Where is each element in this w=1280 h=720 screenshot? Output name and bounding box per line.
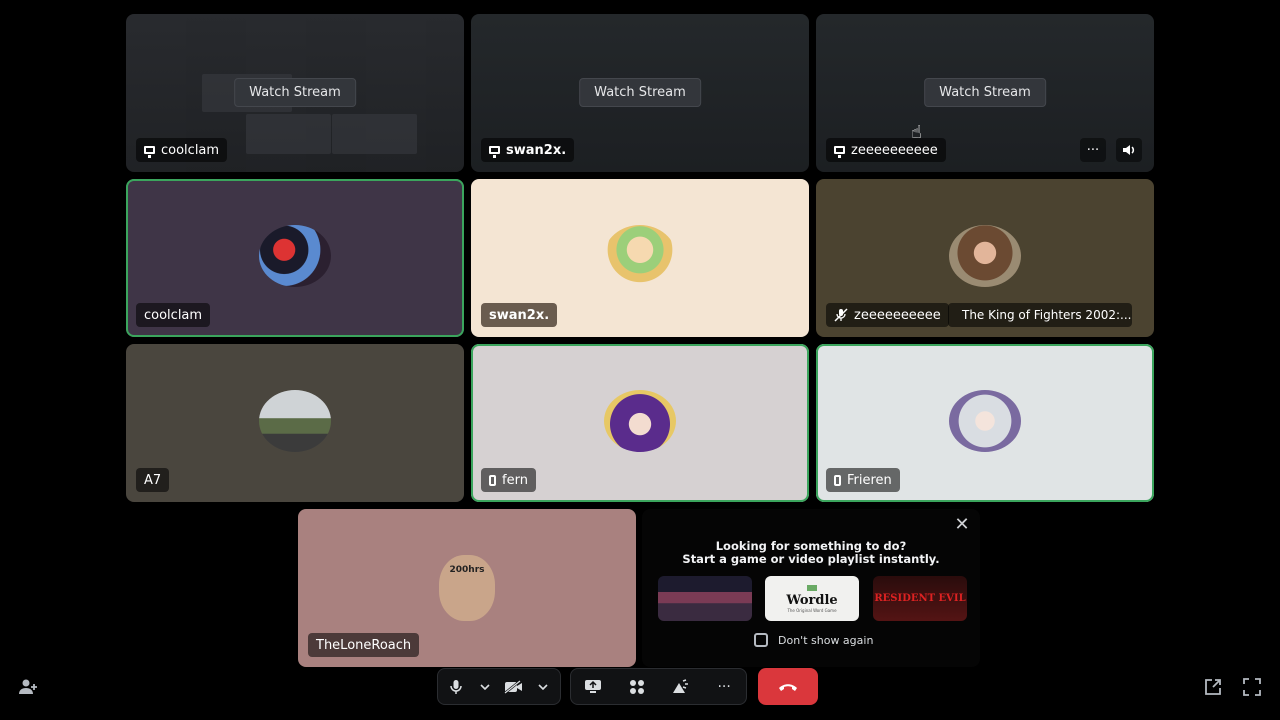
stream-preview-window xyxy=(246,114,331,154)
activity-tag: The King of Fighters 2002:... xyxy=(948,303,1132,327)
participant-name: coolclam xyxy=(144,307,203,323)
screen-share-icon[interactable] xyxy=(575,669,611,705)
participant-name: A7 xyxy=(144,472,162,488)
suggestion-subtitle: Start a game or video playlist instantly… xyxy=(682,552,940,566)
game-subtitle: The Original Word Game xyxy=(787,607,837,613)
stream-preview-window xyxy=(332,114,417,154)
stream-name-tag: zeeeeeeeeee xyxy=(826,138,946,162)
participant-tile-fern[interactable]: fern xyxy=(471,344,809,502)
disconnect-button[interactable] xyxy=(758,668,818,705)
stream-name: zeeeeeeeeee xyxy=(851,142,938,158)
avatar xyxy=(259,390,331,452)
participant-name-tag: A7 xyxy=(136,468,170,492)
participant-name-tag: coolclam xyxy=(136,303,211,327)
soundboard-icon[interactable] xyxy=(662,669,698,705)
participant-name-tag: fern xyxy=(481,468,536,492)
audio-video-controls xyxy=(437,668,561,705)
suggestion-title: Looking for something to do? xyxy=(715,539,907,553)
participant-tile-swan2x[interactable]: swan2x. xyxy=(471,179,809,337)
avatar xyxy=(604,225,676,287)
hang-up-icon xyxy=(779,683,797,691)
pop-out-icon[interactable] xyxy=(1202,676,1224,698)
game-card-store[interactable] xyxy=(658,576,752,621)
avatar xyxy=(259,225,331,287)
screen-share-icon xyxy=(489,146,500,158)
fullscreen-icon[interactable] xyxy=(1241,676,1263,698)
participant-name: TheLoneRoach xyxy=(316,637,412,653)
activity-suggestion-panel: ✕ Looking for something to do? Start a g… xyxy=(642,509,980,667)
avatar-caption: 200hrs xyxy=(449,565,485,575)
participant-name-tag: zeeeeeeeeee xyxy=(826,303,949,327)
participant-name: Frieren xyxy=(847,472,892,488)
watch-stream-button[interactable]: Watch Stream xyxy=(579,78,701,107)
avatar xyxy=(949,225,1021,287)
participant-tile-coolclam[interactable]: coolclam xyxy=(126,179,464,337)
dont-show-again-row[interactable]: Don't show again xyxy=(754,633,873,647)
mic-muted-icon xyxy=(834,308,848,322)
participant-name: swan2x. xyxy=(489,307,550,323)
activity-controls: ··· xyxy=(570,668,747,705)
mouse-cursor-icon: ☝ xyxy=(911,122,922,143)
stream-name-tag: swan2x. xyxy=(481,138,575,162)
watch-stream-button[interactable]: Watch Stream xyxy=(924,78,1046,107)
avatar xyxy=(604,390,676,452)
stream-name-tag: coolclam xyxy=(136,138,228,162)
mobile-icon xyxy=(834,474,841,486)
participant-name-tag: Frieren xyxy=(826,468,900,492)
game-card-wordle[interactable]: Wordle The Original Word Game xyxy=(765,576,859,621)
participant-name-tag: swan2x. xyxy=(481,303,558,327)
game-card-resident-evil[interactable]: RESIDENT EVIL xyxy=(873,576,967,621)
screen-share-icon xyxy=(144,146,155,158)
chevron-down-icon[interactable] xyxy=(532,669,554,705)
activity-name: The King of Fighters 2002:... xyxy=(962,308,1132,322)
mobile-icon xyxy=(489,474,496,486)
dont-show-checkbox[interactable] xyxy=(754,633,768,647)
stream-tile-coolclam[interactable]: Watch Stream coolclam xyxy=(126,14,464,172)
microphone-icon[interactable] xyxy=(438,669,474,705)
stream-name: coolclam xyxy=(161,142,220,158)
participant-tile-frieren[interactable]: Frieren xyxy=(816,344,1154,502)
avatar: 200hrs xyxy=(439,555,495,621)
participant-name: zeeeeeeeeee xyxy=(854,307,941,323)
more-options-icon[interactable]: ··· xyxy=(706,669,742,705)
participant-name: fern xyxy=(502,472,528,488)
avatar xyxy=(949,390,1021,452)
activities-icon[interactable] xyxy=(619,669,655,705)
dont-show-label: Don't show again xyxy=(778,633,874,647)
game-name: Wordle xyxy=(786,592,838,608)
participant-tile-zeeeeeeeeee[interactable]: zeeeeeeeeee The King of Fighters 2002:..… xyxy=(816,179,1154,337)
close-icon[interactable]: ✕ xyxy=(952,515,972,535)
stream-tile-swan2x[interactable]: Watch Stream swan2x. xyxy=(471,14,809,172)
invite-icon[interactable] xyxy=(17,676,39,698)
watch-stream-button[interactable]: Watch Stream xyxy=(234,78,356,107)
volume-icon[interactable] xyxy=(1116,138,1142,162)
stream-tile-zeeeeeeeeee[interactable]: Watch Stream zeeeeeeeeee ··· xyxy=(816,14,1154,172)
stream-name: swan2x. xyxy=(506,142,567,158)
screen-share-icon xyxy=(834,146,845,158)
participant-name-tag: TheLoneRoach xyxy=(308,633,420,657)
game-name: RESIDENT EVIL xyxy=(874,593,966,604)
wordle-icon xyxy=(807,584,817,591)
chevron-down-icon[interactable] xyxy=(474,669,496,705)
participant-tile-a7[interactable]: A7 xyxy=(126,344,464,502)
participant-tile-theloneroach[interactable]: 200hrs TheLoneRoach xyxy=(298,509,636,667)
camera-off-icon[interactable] xyxy=(496,669,532,705)
more-options-icon[interactable]: ··· xyxy=(1080,138,1106,162)
